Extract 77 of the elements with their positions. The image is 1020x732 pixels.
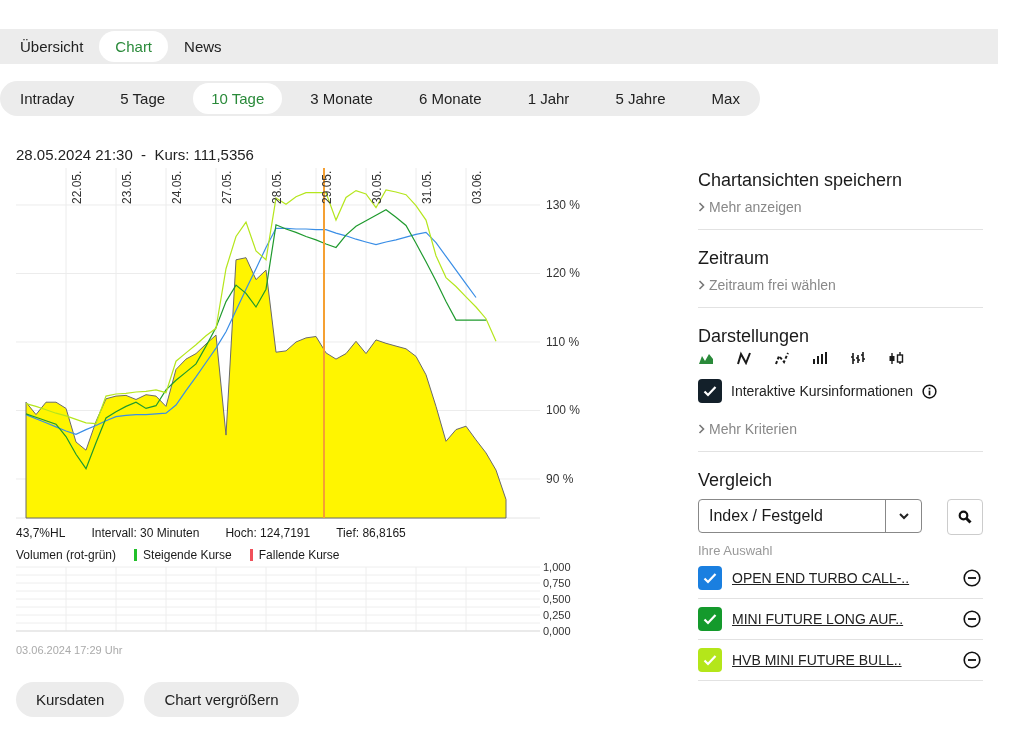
section-title: Chartansichten speichern: [698, 170, 904, 191]
checkbox[interactable]: [698, 379, 722, 403]
section-title: Zeitraum: [698, 248, 770, 269]
ohlc-chart-icon[interactable]: [850, 351, 866, 365]
axis-label: 100 %: [546, 403, 581, 418]
axis-label: 120 %: [546, 266, 581, 281]
axis-label: 130 %: [546, 198, 581, 212]
chart-stat: 43,7%HL: [16, 526, 66, 540]
index-dropdown[interactable]: Index / Festgeld: [698, 499, 922, 533]
chart-stat: Hoch: 124,7191: [225, 526, 311, 540]
volume-title: Volumen (rot-grün): [16, 548, 117, 562]
axis-label: 1,000: [543, 562, 571, 573]
date-label: 28.05.: [269, 170, 284, 204]
period-link[interactable]: Zeitraum frei wählen: [698, 277, 836, 293]
legend-label: Fallende Kurse: [258, 548, 340, 562]
search-button[interactable]: [947, 499, 983, 535]
instrument-link[interactable]: OPEN END TURBO CALL-..: [732, 570, 953, 586]
date-label: 29.05.: [319, 170, 334, 204]
chevron-icon: [698, 202, 705, 212]
instrument-link[interactable]: HVB MINI FUTURE BULL..: [732, 652, 953, 668]
period-tab[interactable]: 6 Monate: [401, 83, 500, 114]
checkbox[interactable]: [698, 566, 722, 590]
period-tab[interactable]: 3 Monate: [292, 83, 391, 114]
bars-chart-icon[interactable]: [812, 351, 828, 365]
period-tab[interactable]: 10 Tage: [193, 83, 283, 114]
criteria-link[interactable]: Mehr Kriterien: [698, 421, 797, 437]
chart-stat: Intervall: 30 Minuten: [91, 526, 200, 540]
date-label: 27.05.: [219, 170, 234, 204]
chart-button[interactable]: Chart vergrößern: [144, 682, 299, 717]
timestamp: 03.06.2024 17:29 Uhr: [16, 644, 124, 656]
selection-caption: Ihre Auswahl: [698, 543, 774, 558]
check-icon: [703, 613, 717, 625]
check-icon: [703, 572, 717, 584]
checkbox[interactable]: [698, 607, 722, 631]
chevron-icon: [698, 424, 705, 434]
date-label: 23.05.: [119, 170, 134, 204]
axis-label: 110 %: [546, 334, 580, 349]
remove-icon[interactable]: [963, 651, 981, 669]
date-label: 30.05.: [369, 170, 384, 204]
chevron-icon: [698, 280, 705, 290]
check-icon: [703, 385, 717, 397]
checkbox[interactable]: [698, 648, 722, 672]
axis-label: 0,500: [543, 593, 571, 605]
legend-label: Steigende Kurse: [143, 548, 232, 562]
chart-stat: Tief: 86,8165: [336, 526, 406, 540]
period-tab[interactable]: 1 Jahr: [509, 83, 588, 114]
period-tab[interactable]: Max: [693, 83, 758, 114]
period-tab[interactable]: 5 Jahre: [597, 83, 684, 114]
date-label: 24.05.: [169, 170, 184, 204]
candles-chart-icon[interactable]: [888, 351, 904, 365]
caret-icon: [897, 512, 910, 520]
period-tab[interactable]: 5 Tage: [102, 83, 184, 114]
date-label: 22.05.: [69, 170, 84, 204]
more-link[interactable]: Mehr anzeigen: [698, 199, 802, 215]
checkbox-label: Interaktive Kursinformationen: [731, 383, 914, 399]
axis-label: 0,250: [543, 609, 571, 621]
date-label: 03.06.: [469, 170, 484, 204]
axis-label: 0,000: [543, 625, 571, 637]
section-title: Vergleich: [698, 470, 774, 491]
line-chart-icon[interactable]: [736, 351, 752, 365]
section-title: Darstellungen: [698, 326, 811, 347]
nav-tab[interactable]: Chart: [99, 31, 169, 62]
info-icon[interactable]: [922, 383, 938, 399]
check-icon: [703, 654, 717, 666]
nav-tab[interactable]: News: [168, 31, 238, 62]
period-tab[interactable]: Intraday: [2, 83, 93, 114]
chart-header: 28.05.2024 21:30 - Kurs: 111,5356: [16, 146, 255, 165]
axis-label: 90 %: [546, 471, 574, 486]
remove-icon[interactable]: [963, 610, 981, 628]
remove-icon[interactable]: [963, 569, 981, 587]
dotted-chart-icon[interactable]: [774, 351, 790, 365]
chart-button[interactable]: Kursdaten: [16, 682, 125, 717]
search-icon: [958, 510, 972, 524]
axis-label: 0,750: [543, 577, 571, 589]
nav-tab[interactable]: Übersicht: [4, 31, 100, 62]
instrument-link[interactable]: MINI FUTURE LONG AUF..: [732, 611, 953, 627]
date-label: 31.05.: [419, 170, 434, 204]
